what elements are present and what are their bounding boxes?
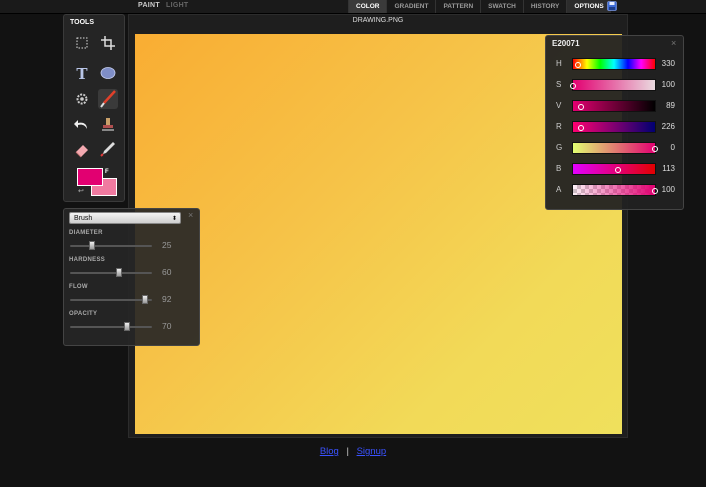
- channel-s-label: S: [556, 80, 562, 89]
- undo-icon[interactable]: [72, 115, 92, 135]
- swap-colors-icon[interactable]: ↩: [78, 187, 84, 195]
- hardness-value: 60: [162, 267, 172, 277]
- tools-panel: TOOLS T F ↩: [63, 14, 125, 202]
- svg-text:T: T: [76, 65, 88, 83]
- opacity-slider-thumb[interactable]: [124, 322, 131, 331]
- blog-link[interactable]: Blog: [320, 446, 339, 457]
- channel-v-label: V: [556, 101, 562, 110]
- channel-b-knob[interactable]: [615, 167, 622, 173]
- eraser-icon[interactable]: [72, 139, 92, 159]
- brush-type-select[interactable]: Brush ⬍: [69, 212, 181, 224]
- flow-value: 92: [162, 294, 172, 304]
- signup-link[interactable]: Signup: [357, 446, 387, 457]
- select-arrows-icon: ⬍: [171, 216, 177, 222]
- channel-g-knob[interactable]: [652, 146, 658, 152]
- diameter-value: 25: [162, 240, 172, 250]
- flow-label: FLOW: [69, 284, 88, 290]
- channel-a-slider[interactable]: [572, 184, 658, 196]
- channel-b-value: 113: [662, 164, 675, 173]
- footer-separator: |: [346, 446, 349, 457]
- ellipse-shape-icon[interactable]: [98, 63, 118, 83]
- channel-r-knob[interactable]: [578, 125, 585, 131]
- foreground-color-swatch[interactable]: [77, 168, 103, 186]
- channel-s-knob[interactable]: [570, 83, 576, 89]
- tab-color[interactable]: COLOR: [348, 0, 387, 13]
- hardness-label: HARDNESS: [69, 257, 106, 263]
- text-icon[interactable]: T: [72, 63, 92, 83]
- diameter-slider[interactable]: [70, 241, 152, 250]
- channel-r-label: R: [556, 122, 562, 131]
- diameter-label: DIAMETER: [69, 230, 103, 236]
- hardness-slider-thumb[interactable]: [116, 268, 123, 277]
- hex-color-value[interactable]: E20071: [552, 39, 580, 48]
- eyedropper-icon[interactable]: [98, 139, 118, 159]
- mode-light[interactable]: LIGHT: [166, 2, 189, 9]
- channel-v-value: 89: [666, 101, 675, 110]
- diameter-slider-thumb[interactable]: [89, 241, 96, 250]
- channel-h-slider[interactable]: [572, 58, 656, 70]
- opacity-slider[interactable]: [70, 322, 152, 331]
- brush-icon[interactable]: [98, 89, 118, 109]
- brush-select-value: Brush: [74, 215, 93, 222]
- stamp-icon[interactable]: [98, 115, 118, 135]
- marquee-select-icon[interactable]: [72, 33, 92, 53]
- hardness-slider[interactable]: [70, 268, 152, 277]
- tab-options[interactable]: OPTIONS: [566, 0, 611, 13]
- channel-h-value: 330: [661, 59, 675, 68]
- channel-s-slider[interactable]: [570, 79, 656, 91]
- flow-slider-thumb[interactable]: [142, 295, 149, 304]
- channel-r-value: 226: [661, 122, 675, 131]
- top-bar: PAINT LIGHT COLOR GRADIENT PATTERN SWATC…: [0, 0, 706, 14]
- opacity-label: OPACITY: [69, 311, 98, 317]
- close-icon[interactable]: ×: [188, 210, 193, 220]
- mode-paint[interactable]: PAINT: [138, 2, 160, 9]
- channel-g-value: 0: [670, 143, 675, 152]
- channel-v-knob[interactable]: [578, 104, 585, 110]
- channel-a-label: A: [556, 185, 562, 194]
- color-picker-panel: E20071 × H 330 S 100 V 89 R 226 G 0 B 113 A 100: [545, 35, 684, 210]
- floppy-disk-icon[interactable]: [607, 1, 617, 11]
- crop-icon[interactable]: [98, 33, 118, 53]
- channel-h-label: H: [556, 59, 562, 68]
- settings-gear-icon[interactable]: [72, 89, 92, 109]
- brush-options-panel: Brush ⬍ × DIAMETER 25 HARDNESS 60 FLOW 9…: [63, 208, 200, 346]
- channel-b-slider[interactable]: [572, 163, 656, 175]
- channel-a-value: 100: [661, 185, 675, 194]
- tab-swatch[interactable]: SWATCH: [480, 0, 523, 13]
- channel-s-value: 100: [661, 80, 675, 89]
- canvas-title: DRAWING.PNG: [352, 17, 404, 24]
- channel-a-knob[interactable]: [652, 188, 658, 194]
- close-icon[interactable]: ×: [671, 38, 676, 48]
- panel-tabs: COLOR GRADIENT PATTERN SWATCH HISTORY OP…: [348, 0, 611, 13]
- foreground-label: F: [105, 169, 109, 175]
- tab-history[interactable]: HISTORY: [522, 0, 567, 13]
- channel-r-slider[interactable]: [572, 121, 656, 133]
- opacity-value: 70: [162, 321, 172, 331]
- tab-gradient[interactable]: GRADIENT: [386, 0, 435, 13]
- channel-h-knob[interactable]: [574, 62, 581, 68]
- channel-v-slider[interactable]: [572, 100, 656, 112]
- channel-g-slider[interactable]: [572, 142, 658, 154]
- tab-pattern[interactable]: PATTERN: [435, 0, 480, 13]
- footer: Blog | Signup: [0, 446, 706, 457]
- tools-title: TOOLS: [70, 19, 94, 26]
- channel-g-label: G: [556, 143, 563, 152]
- channel-b-label: B: [556, 164, 562, 173]
- flow-slider[interactable]: [70, 295, 152, 304]
